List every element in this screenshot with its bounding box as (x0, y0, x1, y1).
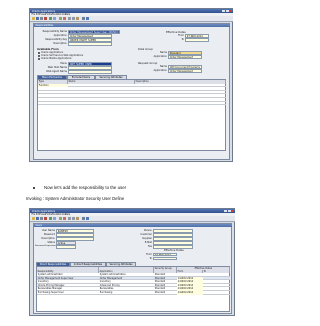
new-record-icon[interactable] (58, 216, 62, 221)
responsibilities-form: Responsibilities Responsibility Name Ord… (33, 23, 230, 160)
navigator-icon[interactable] (49, 216, 53, 221)
radio-mobile[interactable] (38, 57, 40, 60)
cut-icon[interactable] (68, 16, 72, 21)
close-icon[interactable] (229, 9, 232, 13)
close-icon[interactable] (231, 209, 234, 213)
copy-icon[interactable] (72, 16, 76, 21)
zoom-icon[interactable] (53, 216, 57, 221)
top-app-window: Oracle Applications File Edit View Folde… (29, 8, 233, 162)
responsibility-cell[interactable]: Purchasing Super User (37, 291, 99, 295)
to-label: To (149, 256, 152, 260)
responsibilities-table: Effective Dates Responsibility Applicati… (36, 266, 230, 312)
password-expiration-label: Password Expiration (35, 245, 56, 247)
copy-icon[interactable] (72, 216, 76, 221)
toolbar (30, 216, 235, 222)
table-row[interactable] (38, 102, 226, 106)
print-icon[interactable] (39, 216, 43, 221)
fax-label: Fax (147, 245, 152, 248)
delete-record-icon[interactable] (62, 216, 66, 221)
bullet-dot (33, 186, 36, 189)
toolbar (30, 16, 233, 22)
exclusions-table: Type Name Description Function (37, 79, 226, 151)
users-form: Users User Name RAMESH Password Descript… (33, 223, 232, 314)
save-icon[interactable] (35, 16, 39, 21)
save-icon[interactable] (35, 216, 39, 221)
minimize-icon[interactable] (222, 9, 226, 13)
application-cell[interactable]: Purchasing (99, 291, 154, 295)
cut-icon[interactable] (68, 216, 72, 221)
attachment-icon[interactable] (81, 216, 85, 221)
delete-record-icon[interactable] (62, 16, 66, 21)
help-icon[interactable] (85, 216, 89, 221)
close-form-icon[interactable] (43, 16, 47, 21)
form-title: Responsibilities (35, 24, 54, 28)
close-form-icon[interactable] (43, 216, 47, 221)
navigator-icon[interactable] (49, 16, 53, 21)
to-label: To (181, 38, 184, 41)
open-icon[interactable] (31, 216, 35, 221)
security-group-cell[interactable]: Standard (154, 291, 177, 295)
open-icon[interactable] (31, 16, 35, 21)
description-field[interactable] (68, 42, 112, 46)
form-title: Users (35, 224, 42, 228)
table-row[interactable]: Purchasing Super User Purchasing Standard 1… (37, 291, 230, 295)
attachment-icon[interactable] (81, 16, 85, 21)
description-label: Description (53, 42, 67, 45)
paste-icon[interactable] (76, 16, 80, 21)
maximize-icon[interactable] (227, 209, 231, 213)
form-title-bar: Users (34, 224, 232, 228)
paste-icon[interactable] (76, 216, 80, 221)
radio-self-service[interactable] (38, 54, 40, 57)
bottom-app-window: Oracle Applications File Edit View Folde… (29, 208, 235, 316)
instruction-text: Now let's add the responsibility to the … (44, 185, 127, 190)
data-group-application-field[interactable]: Order Management (168, 55, 202, 59)
from-cell[interactable]: 14-NOV-2014 (177, 291, 203, 295)
invoking-text: Invoking : System Administrator Security… (26, 196, 125, 201)
to-date-field[interactable] (185, 38, 209, 42)
print-icon[interactable] (39, 16, 43, 21)
request-group-application-field[interactable]: Order Management (168, 69, 202, 73)
form-title-bar: Responsibilities (34, 24, 230, 28)
radio-oracle-apps[interactable] (38, 51, 40, 54)
help-icon[interactable] (85, 16, 89, 21)
new-record-icon[interactable] (58, 16, 62, 21)
to-cell[interactable] (203, 291, 230, 295)
password-expiration-field[interactable] (56, 245, 76, 249)
minimize-icon[interactable] (224, 209, 228, 213)
web-agent-field[interactable] (68, 70, 112, 74)
to-date-field[interactable] (153, 256, 177, 261)
data-application-label: Application (153, 55, 167, 58)
maximize-icon[interactable] (225, 9, 229, 13)
req-application-label: Application (153, 69, 167, 72)
zoom-icon[interactable] (53, 16, 57, 21)
mobile-label: Oracle Mobile Applications (41, 57, 72, 60)
web-agent-label: Web Agent Name (46, 70, 67, 73)
